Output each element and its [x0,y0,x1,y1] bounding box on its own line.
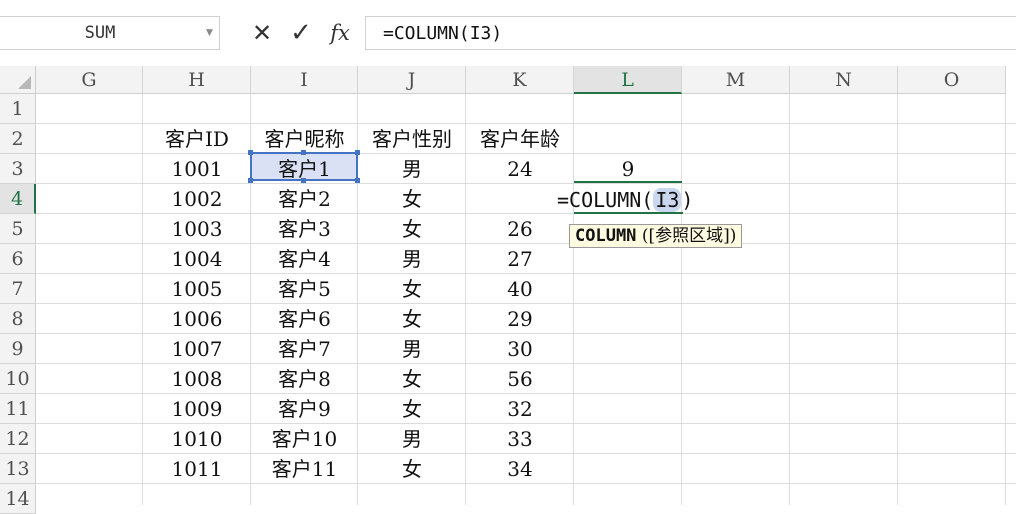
gridline [897,94,898,505]
cell-age[interactable]: 33 [466,424,574,454]
formula-input[interactable]: =COLUMN(I3) [365,16,1016,50]
gridline [1005,94,1006,505]
cell-age[interactable]: 29 [466,304,574,334]
cell-nickname[interactable]: 客户10 [251,424,358,454]
header-cell-nickname[interactable]: 客户昵称 [251,124,358,154]
cell-nickname[interactable]: 客户4 [251,244,358,274]
cell-id[interactable]: 1004 [143,244,251,274]
cell-id[interactable]: 1001 [143,154,251,184]
cell-gender[interactable]: 男 [358,244,466,274]
cell-gender[interactable]: 男 [358,154,466,184]
row-header-3[interactable]: 3 [0,154,36,184]
column-header-g[interactable]: G [36,66,143,94]
cell-nickname[interactable]: 客户2 [251,184,358,214]
row-header-9[interactable]: 9 [0,334,36,364]
name-box[interactable]: SUM ▼ [0,16,220,50]
column-header-m[interactable]: M [682,66,790,94]
cell-id[interactable]: 1008 [143,364,251,394]
cell-age[interactable]: 27 [466,244,574,274]
header-cell-id[interactable]: 客户ID [143,124,251,154]
cell-id[interactable]: 1005 [143,274,251,304]
cell-nickname[interactable]: 客户7 [251,334,358,364]
cell-id[interactable]: 1002 [143,184,251,214]
cell-id[interactable]: 1003 [143,214,251,244]
cell-age[interactable]: 24 [466,154,574,184]
column-header-j[interactable]: J [358,66,466,94]
cell-gender[interactable]: 女 [358,364,466,394]
confirm-icon[interactable]: ✓ [286,16,316,50]
cell-nickname[interactable]: 客户6 [251,304,358,334]
select-all-button[interactable] [0,66,36,94]
header-cell-gender[interactable]: 客户性别 [358,124,466,154]
cell-age[interactable]: 34 [466,454,574,484]
column-header-o[interactable]: O [898,66,1006,94]
column-header-i[interactable]: I [251,66,358,94]
cell-nickname[interactable]: 客户11 [251,454,358,484]
formula-text: =COLUMN(I3) [383,23,503,44]
cell-nickname[interactable]: 客户1 [251,154,358,184]
cell-gender[interactable]: 女 [358,274,466,304]
cell-gender[interactable]: 男 [358,334,466,364]
formula-suffix: ) [681,188,694,212]
row-header-10[interactable]: 10 [0,364,36,394]
cell-l3-result[interactable]: 9 [574,154,682,184]
cell-age[interactable]: 26 [466,214,574,244]
row-header-1[interactable]: 1 [0,94,36,124]
row-header-2[interactable]: 2 [0,124,36,154]
cell-id[interactable]: 1011 [143,454,251,484]
cell-age[interactable]: 30 [466,334,574,364]
row-header-11[interactable]: 11 [0,394,36,424]
function-tooltip: COLUMN ([参照区域]) [569,224,743,248]
cancel-icon[interactable]: ✕ [247,16,277,50]
select-all-icon [18,76,31,89]
cell-age[interactable]: 56 [466,364,574,394]
row-header-5[interactable]: 5 [0,214,36,244]
column-header-h[interactable]: H [143,66,251,94]
cell-nickname[interactable]: 客户3 [251,214,358,244]
row-header-14[interactable]: 14 [0,484,36,514]
cell-id[interactable]: 1010 [143,424,251,454]
row-header-8[interactable]: 8 [0,304,36,334]
cell-id[interactable]: 1009 [143,394,251,424]
insert-function-icon[interactable]: fx [325,16,355,50]
cell-nickname[interactable]: 客户9 [251,394,358,424]
formula-prefix: =COLUMN( [557,188,654,212]
cell-gender[interactable]: 女 [358,454,466,484]
chevron-down-icon[interactable]: ▼ [206,17,213,49]
cell-gender[interactable]: 女 [358,394,466,424]
header-cell-age[interactable]: 客户年龄 [466,124,574,154]
cell-age[interactable]: 40 [466,274,574,304]
cell-id[interactable]: 1006 [143,304,251,334]
cell-gender[interactable]: 女 [358,214,466,244]
cell-gender[interactable]: 女 [358,304,466,334]
row-header-7[interactable]: 7 [0,274,36,304]
cell-gender[interactable]: 男 [358,424,466,454]
cell-nickname[interactable]: 客户5 [251,274,358,304]
cell-age[interactable]: 32 [466,394,574,424]
cell-gender[interactable]: 女 [358,184,466,214]
tooltip-function-name: COLUMN [575,226,637,246]
cell-nickname[interactable]: 客户8 [251,364,358,394]
row-header-4[interactable]: 4 [0,184,36,214]
column-header-n[interactable]: N [790,66,898,94]
in-cell-formula[interactable]: =COLUMN(I3) [557,185,693,215]
row-header-12[interactable]: 12 [0,424,36,454]
column-header-l[interactable]: L [574,66,682,94]
formula-toolbar: SUM ▼ ✕ ✓ fx =COLUMN(I3) [0,0,1016,66]
formula-reference: I3 [653,188,682,212]
row-header-6[interactable]: 6 [0,244,36,274]
tooltip-arguments: ([参照区域]) [641,226,737,246]
column-header-k[interactable]: K [466,66,574,94]
name-box-value: SUM [84,23,116,43]
cell-id[interactable]: 1007 [143,334,251,364]
row-header-13[interactable]: 13 [0,454,36,484]
gridline [789,94,790,505]
